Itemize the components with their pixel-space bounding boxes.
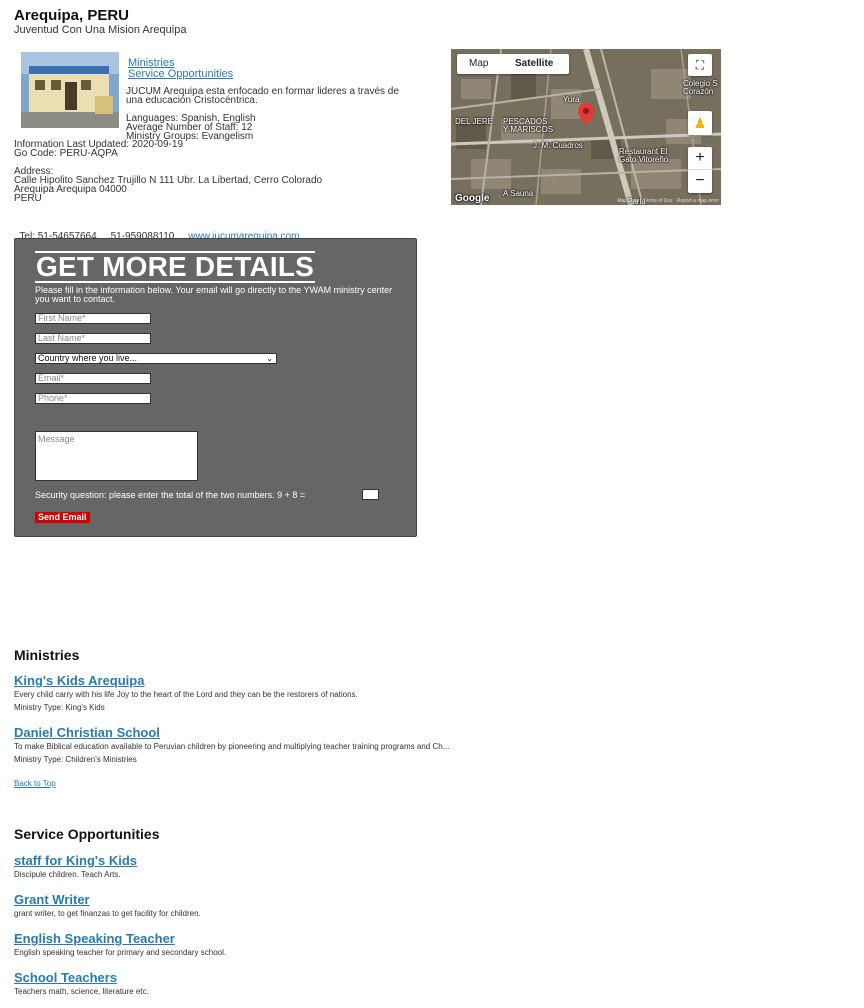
back-to-top-link[interactable]: Back to Top [14,779,56,788]
country-select-value: Country where you live... [38,353,138,363]
first-name-field[interactable]: First Name* [35,313,151,324]
country-select[interactable]: Country where you live... ⌄ [35,353,277,364]
service-description: grant writer, to get finanzas to get fac… [14,909,201,918]
service-description: Teachers math, science, literature etc. [14,987,149,996]
description-text: JUCUM Arequipa esta enfocado en formar l… [126,86,399,106]
map-label: DEL JERE [455,117,493,126]
service-description: Discipule children. Teach Arts. [14,870,121,879]
map-footer[interactable]: Map Data Terms of Use Report a map error [617,198,719,204]
security-question: Security question: please enter the tota… [35,490,306,500]
chevron-down-icon: ⌄ [266,354,273,363]
street-view-icon[interactable]: ♟ [688,111,712,135]
page-subtitle: Juventud Con Una Mision Arequipa [14,24,187,36]
fullscreen-icon[interactable]: ⛶ [688,54,712,76]
ministry-type: Ministry Type: Children's Ministries [14,755,137,764]
form-description: Please fill in the information below. Yo… [35,285,393,304]
satellite-tab[interactable]: Satellite [515,58,553,69]
service-title[interactable]: English Speaking Teacher [14,931,175,946]
security-answer-field[interactable] [362,489,379,500]
contact-form: GET MORE DETAILS Please fill in the info… [14,238,417,537]
google-logo: Google [455,193,490,204]
ministry-type: Ministry Type: King's Kids [14,703,105,712]
service-title[interactable]: staff for King's Kids [14,853,137,868]
map-tab[interactable]: Map [469,58,488,69]
last-name-field[interactable]: Last Name* [35,333,151,344]
map-label: A Sauna [503,189,534,198]
address-line2: Arequipa Arequipa 04000 [14,184,127,195]
ministry-title[interactable]: Daniel Christian School [14,725,160,740]
message-field[interactable]: Message [35,431,198,481]
service-title[interactable]: School Teachers [14,970,117,985]
map-label: Corazón [683,87,714,96]
address-line3: PERU [14,193,42,204]
phone-field[interactable]: Phone* [35,393,151,404]
map-label: J. M. Cuadros [533,141,583,150]
email-field[interactable]: Email* [35,373,151,384]
service-title[interactable]: Grant Writer [14,892,90,907]
zoom-out-icon[interactable]: − [688,169,712,192]
location-map[interactable]: Map Satellite ⛶ ♟ + − Colegio S Corazón … [451,49,721,205]
ministries-heading: Ministries [14,647,80,663]
map-label: Gato Vitoreño [619,155,669,164]
send-email-button[interactable]: Send Email [35,512,90,523]
gocode-text: Go Code: PERU-AQPA [14,148,118,159]
ministry-description: Every child carry with his life Joy to t… [14,690,358,699]
location-photo [21,52,119,128]
ministry-description: To make Biblical education available to … [14,742,450,751]
map-label: Yura [563,95,580,104]
zoom-in-icon[interactable]: + [688,147,712,169]
service-heading: Service Opportunities [14,826,160,842]
service-description: English speaking teacher for primary and… [14,948,227,957]
service-opportunities-link[interactable]: Service Opportunities [128,69,233,80]
map-label: Y MARISCOS [503,125,554,134]
map-pin-icon[interactable] [578,103,594,128]
form-title: GET MORE DETAILS [35,251,316,283]
page-title: Arequipa, PERU [14,7,130,24]
ministry-title[interactable]: King's Kids Arequipa [14,673,144,688]
